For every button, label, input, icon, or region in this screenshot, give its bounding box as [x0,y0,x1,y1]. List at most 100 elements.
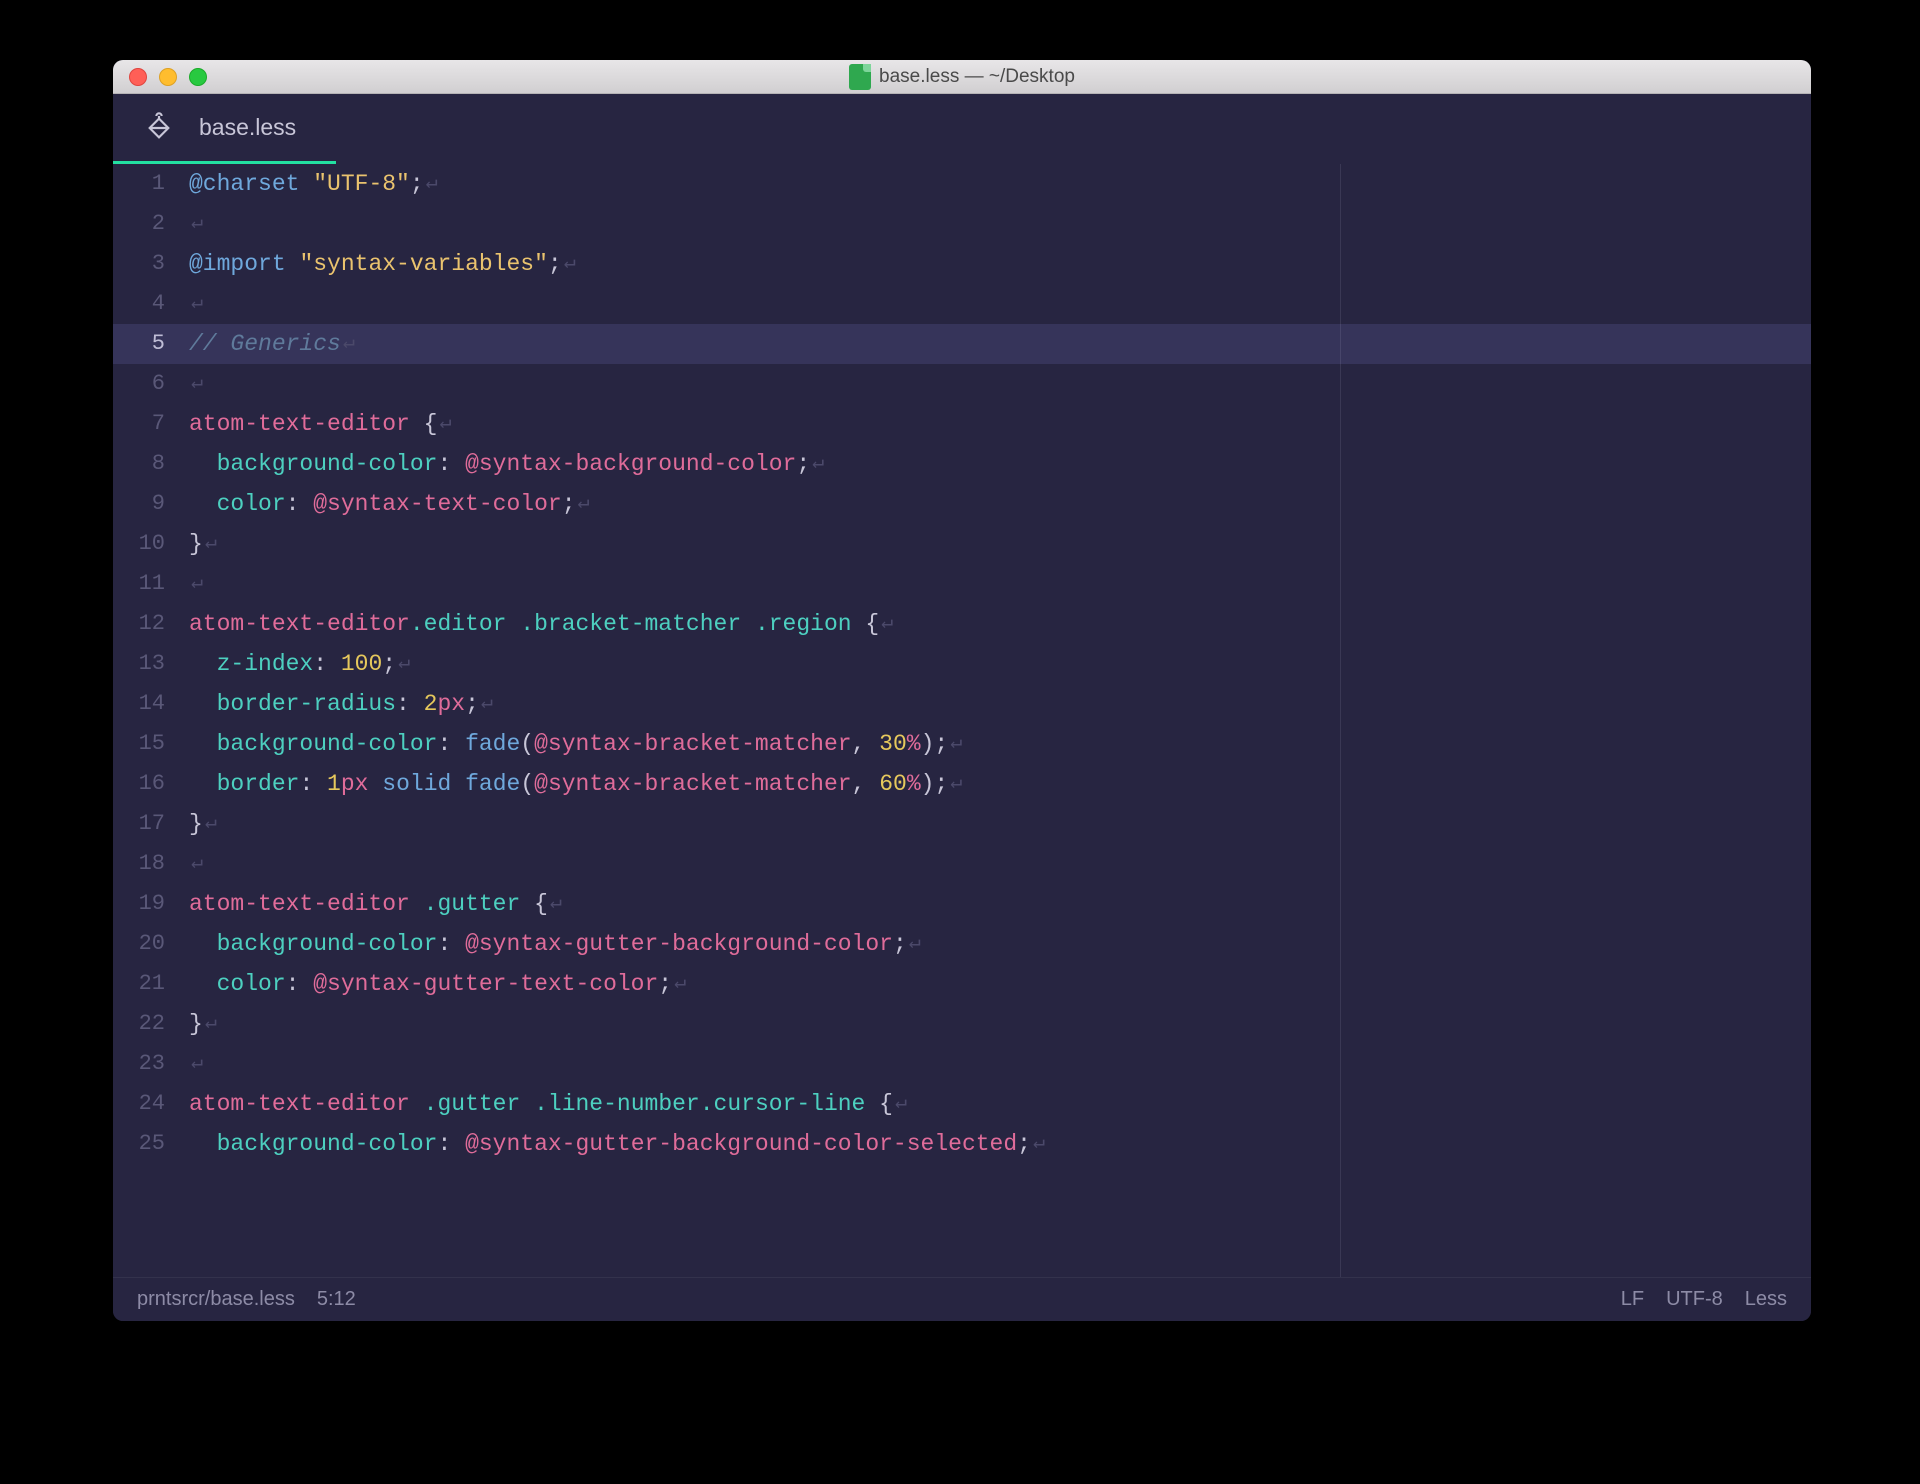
code-content[interactable]: z-index: 100;↵ [179,644,410,684]
code-line[interactable]: 19atom-text-editor .gutter {↵ [113,884,1811,924]
code-line[interactable]: 12atom-text-editor.editor .bracket-match… [113,604,1811,644]
code-line[interactable]: 10}↵ [113,524,1811,564]
code-line[interactable]: 24atom-text-editor .gutter .line-number.… [113,1084,1811,1124]
code-line[interactable]: 23 ↵ [113,1044,1811,1084]
code-line[interactable]: 21 color: @syntax-gutter-text-color;↵ [113,964,1811,1004]
eol-marker-icon: ↵ [950,724,962,764]
code-line[interactable]: 13 z-index: 100;↵ [113,644,1811,684]
window-close-button[interactable] [129,68,147,86]
status-cursor-pos[interactable]: 5:12 [317,1288,356,1311]
code-content[interactable]: // Generics↵ [179,324,355,364]
eol-marker-icon: ↵ [191,564,203,604]
line-number[interactable]: 7 [113,404,179,444]
line-number[interactable]: 13 [113,644,179,684]
code-content[interactable]: @import "syntax-variables";↵ [179,244,576,284]
code-line[interactable]: 18 ↵ [113,844,1811,884]
code-line[interactable]: 17}↵ [113,804,1811,844]
code-line[interactable]: 8 background-color: @syntax-background-c… [113,444,1811,484]
window-title: base.less — ~/Desktop [113,64,1811,90]
line-number[interactable]: 10 [113,524,179,564]
code-line[interactable]: 20 background-color: @syntax-gutter-back… [113,924,1811,964]
code-line[interactable]: 5// Generics↵ [113,324,1811,364]
code-content[interactable]: @charset "UTF-8";↵ [179,164,438,204]
line-number[interactable]: 1 [113,164,179,204]
code-content[interactable]: color: @syntax-text-color;↵ [179,484,590,524]
code-line[interactable]: 25 background-color: @syntax-gutter-back… [113,1124,1811,1164]
window-minimize-button[interactable] [159,68,177,86]
code-content[interactable]: ↵ [179,364,203,404]
code-content[interactable]: background-color: fade(@syntax-bracket-m… [179,724,962,764]
code-content[interactable]: background-color: @syntax-gutter-backgro… [179,1124,1045,1164]
code-line[interactable]: 14 border-radius: 2px;↵ [113,684,1811,724]
tab-active[interactable]: base.less [113,94,336,164]
window-zoom-button[interactable] [189,68,207,86]
code-content[interactable]: background-color: @syntax-gutter-backgro… [179,924,921,964]
status-bar: prntsrcr/base.less 5:12 LF UTF-8 Less [113,1277,1811,1321]
code-line[interactable]: 6↵ [113,364,1811,404]
line-number[interactable]: 25 [113,1124,179,1164]
code-content[interactable]: }↵ [179,804,217,844]
line-number[interactable]: 8 [113,444,179,484]
code-content[interactable]: ↵ [179,564,203,604]
code-content[interactable]: }↵ [179,1004,217,1044]
line-number[interactable]: 20 [113,924,179,964]
text-editor[interactable]: 1@charset "UTF-8";↵2↵3@import "syntax-va… [113,164,1811,1277]
line-number[interactable]: 17 [113,804,179,844]
eol-marker-icon: ↵ [909,924,921,964]
code-content[interactable]: atom-text-editor .gutter {↵ [179,884,562,924]
eol-marker-icon: ↵ [191,1044,203,1084]
eol-marker-icon: ↵ [205,1004,217,1044]
code-line[interactable]: 4↵ [113,284,1811,324]
line-number[interactable]: 18 [113,844,179,884]
code-content[interactable]: atom-text-editor {↵ [179,404,452,444]
status-line-ending[interactable]: LF [1621,1288,1644,1311]
tab-bar: base.less [113,94,1811,164]
code-line[interactable]: 9 color: @syntax-text-color;↵ [113,484,1811,524]
line-number[interactable]: 16 [113,764,179,804]
code-content[interactable]: background-color: @syntax-background-col… [179,444,824,484]
line-number[interactable]: 4 [113,284,179,324]
line-number[interactable]: 2 [113,204,179,244]
eol-marker-icon: ↵ [550,884,562,924]
code-line[interactable]: 22}↵ [113,1004,1811,1044]
eol-marker-icon: ↵ [191,364,203,404]
code-content[interactable]: ↵ [179,844,203,884]
line-number[interactable]: 21 [113,964,179,1004]
code-content[interactable]: border: 1px solid fade(@syntax-bracket-m… [179,764,962,804]
code-line[interactable]: 2↵ [113,204,1811,244]
code-line[interactable]: 1@charset "UTF-8";↵ [113,164,1811,204]
eol-marker-icon: ↵ [343,324,355,364]
status-file-path[interactable]: prntsrcr/base.less [137,1288,295,1311]
line-number[interactable]: 11 [113,564,179,604]
line-number[interactable]: 19 [113,884,179,924]
line-number[interactable]: 5 [113,324,179,364]
code-content[interactable]: ↵ [179,1044,203,1084]
eol-marker-icon: ↵ [191,844,203,884]
line-number[interactable]: 22 [113,1004,179,1044]
line-number[interactable]: 14 [113,684,179,724]
code-content[interactable]: }↵ [179,524,217,564]
code-line[interactable]: 3@import "syntax-variables";↵ [113,244,1811,284]
line-number[interactable]: 24 [113,1084,179,1124]
code-content[interactable]: color: @syntax-gutter-text-color;↵ [179,964,686,1004]
code-content[interactable]: ↵ [179,284,203,324]
code-content[interactable]: atom-text-editor .gutter .line-number.cu… [179,1084,907,1124]
line-number[interactable]: 9 [113,484,179,524]
line-number[interactable]: 12 [113,604,179,644]
code-line[interactable]: 16 border: 1px solid fade(@syntax-bracke… [113,764,1811,804]
code-content[interactable]: atom-text-editor.editor .bracket-matcher… [179,604,893,644]
line-number[interactable]: 23 [113,1044,179,1084]
eol-marker-icon: ↵ [439,404,451,444]
status-encoding[interactable]: UTF-8 [1666,1288,1723,1311]
code-line[interactable]: 11 ↵ [113,564,1811,604]
code-line[interactable]: 7atom-text-editor {↵ [113,404,1811,444]
code-line[interactable]: 15 background-color: fade(@syntax-bracke… [113,724,1811,764]
code-content[interactable]: ↵ [179,204,203,244]
eol-marker-icon: ↵ [881,604,893,644]
code-content[interactable]: border-radius: 2px;↵ [179,684,493,724]
macos-titlebar[interactable]: base.less — ~/Desktop [113,60,1811,94]
status-grammar[interactable]: Less [1745,1288,1787,1311]
line-number[interactable]: 6 [113,364,179,404]
line-number[interactable]: 3 [113,244,179,284]
line-number[interactable]: 15 [113,724,179,764]
